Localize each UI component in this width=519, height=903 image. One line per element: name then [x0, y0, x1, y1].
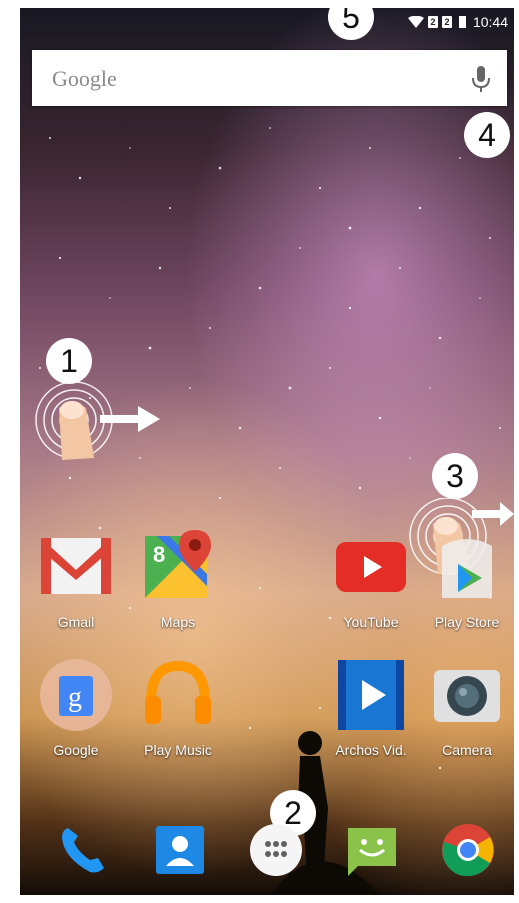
camera-icon[interactable] — [428, 656, 506, 734]
search-placeholder: Google — [52, 66, 117, 91]
contacts-icon[interactable] — [150, 820, 210, 880]
archos-video-icon[interactable] — [332, 656, 410, 734]
app-label-camera: Camera — [442, 742, 492, 758]
sim2-signal-icon: 2 — [441, 16, 452, 28]
app-label-youtube: YouTube — [343, 614, 399, 630]
phone-icon[interactable] — [54, 820, 114, 880]
status-time: 10:44 — [472, 14, 508, 30]
google-search-bar[interactable]: Google — [32, 50, 507, 106]
app-label-archos-video: Archos Vid. — [335, 742, 407, 758]
app-label-gmail: Gmail — [57, 614, 95, 630]
youtube-icon[interactable] — [332, 528, 410, 606]
app-label-play-music: Play Music — [144, 742, 212, 758]
play-store-icon[interactable] — [428, 528, 506, 606]
callout-1: 1 — [46, 338, 92, 384]
maps-icon[interactable]: 8 — [139, 528, 217, 606]
app-drawer-icon[interactable] — [246, 820, 306, 880]
google-folder-icon[interactable]: g — [37, 656, 115, 734]
chrome-icon[interactable] — [438, 820, 498, 880]
home-screen[interactable]: 2 2 10:44 5 Google 4 1 3 Gmail 8 Maps Yo… — [20, 8, 514, 895]
callout-3: 3 — [432, 453, 478, 499]
svg-text:g: g — [68, 682, 82, 713]
battery-icon — [458, 16, 466, 28]
app-label-maps: Maps — [160, 614, 196, 630]
sim1-signal-icon: 2 — [427, 16, 438, 28]
wifi-icon — [407, 16, 424, 28]
swipe-right-gesture-icon — [35, 381, 160, 460]
app-label-play-store: Play Store — [434, 614, 500, 630]
messaging-icon[interactable] — [342, 820, 402, 880]
microphone-icon[interactable] — [470, 64, 492, 94]
status-bar: 2 2 10:44 — [20, 8, 514, 44]
app-label-google: Google — [53, 742, 99, 758]
play-music-icon[interactable] — [139, 656, 217, 734]
svg-text:8: 8 — [153, 542, 165, 567]
gmail-icon[interactable] — [37, 528, 115, 606]
callout-4: 4 — [464, 112, 510, 158]
